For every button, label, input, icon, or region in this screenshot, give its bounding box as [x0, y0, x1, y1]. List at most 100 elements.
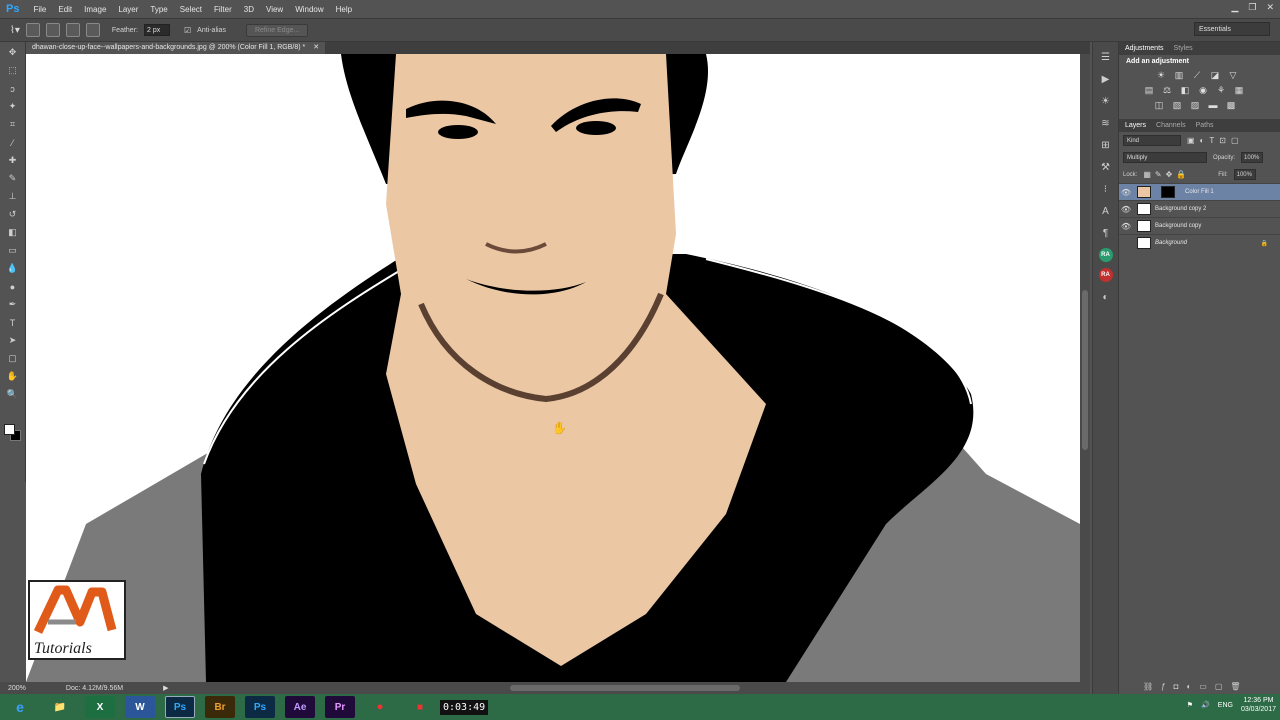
- selective-color-icon[interactable]: ▩: [1225, 100, 1237, 111]
- type-tool-icon[interactable]: T: [3, 315, 23, 330]
- photo-filter-icon[interactable]: ◉: [1197, 85, 1209, 96]
- refine-edge-button[interactable]: Refine Edge...: [245, 23, 309, 37]
- adjust-layer-icon[interactable]: ◐: [1186, 682, 1199, 691]
- taskbar-aftereffects-icon[interactable]: Ae: [285, 696, 315, 718]
- hue-sat-icon[interactable]: ▤: [1143, 85, 1155, 96]
- tool-presets-icon[interactable]: ⚒: [1097, 160, 1115, 174]
- actions-icon[interactable]: ▶: [1097, 72, 1115, 86]
- new-layer-icon[interactable]: ▢: [1215, 682, 1231, 691]
- blur-tool-icon[interactable]: 💧: [3, 261, 23, 276]
- menu-filter[interactable]: Filter: [208, 5, 238, 14]
- fx-icon[interactable]: ƒ: [1161, 682, 1173, 691]
- magic-wand-icon[interactable]: ✦: [3, 99, 23, 114]
- shape-tool-icon[interactable]: ▢: [3, 351, 23, 366]
- taskbar-explorer-icon[interactable]: 📁: [45, 696, 75, 718]
- language-indicator[interactable]: ENG: [1218, 702, 1233, 709]
- link-layers-icon[interactable]: ⛓: [1143, 682, 1161, 691]
- clone-stamp-icon[interactable]: ⊥: [3, 189, 23, 204]
- kind-filter-select[interactable]: Kind: [1123, 135, 1181, 146]
- tab-layers[interactable]: Layers: [1125, 122, 1146, 129]
- exposure-icon[interactable]: ◪: [1209, 70, 1221, 81]
- menu-window[interactable]: Window: [289, 5, 329, 14]
- workspace-select[interactable]: Essentials: [1194, 22, 1270, 36]
- layer-row[interactable]: Background 🔒: [1119, 234, 1280, 251]
- document-tab[interactable]: dhawan-close-up-face--wallpapers-and-bac…: [26, 42, 326, 54]
- ra-plugin-icon[interactable]: RA: [1098, 248, 1113, 262]
- dodge-tool-icon[interactable]: ●: [3, 279, 23, 294]
- plugin-icon[interactable]: ◐: [1097, 290, 1115, 304]
- menu-file[interactable]: File: [27, 5, 52, 14]
- history-icon[interactable]: ☰: [1097, 50, 1115, 64]
- menu-select[interactable]: Select: [174, 5, 208, 14]
- foreground-color-swatch[interactable]: [4, 424, 15, 435]
- status-arrow-icon[interactable]: ▶: [163, 684, 168, 692]
- move-tool-icon[interactable]: ✥: [3, 45, 23, 60]
- menu-layer[interactable]: Layer: [112, 5, 144, 14]
- feather-input[interactable]: 2 px: [143, 24, 170, 36]
- taskbar-excel-icon[interactable]: X: [85, 696, 115, 718]
- color-lookup-icon[interactable]: ▦: [1233, 85, 1245, 96]
- character-icon[interactable]: A: [1097, 204, 1115, 218]
- new-selection-icon[interactable]: [25, 23, 40, 37]
- tray-flag-icon[interactable]: ⚑: [1187, 701, 1193, 709]
- taskbar-bridge-icon[interactable]: Br: [205, 696, 235, 718]
- lock-icons[interactable]: ▦✎✥🔒: [1143, 170, 1190, 179]
- vertical-scrollbar[interactable]: [1080, 54, 1090, 682]
- clock[interactable]: 12:36 PM 03/03/2017: [1241, 696, 1276, 714]
- blend-mode-select[interactable]: Multiply: [1123, 152, 1207, 163]
- taskbar-photoshop2-icon[interactable]: Ps: [245, 696, 275, 718]
- vertical-scroll-thumb[interactable]: [1082, 290, 1088, 450]
- fill-input[interactable]: 100%: [1233, 169, 1256, 180]
- visibility-eye-icon[interactable]: 👁: [1119, 188, 1133, 197]
- lasso-tool-icon[interactable]: ⌇▾: [10, 25, 20, 36]
- delete-layer-icon[interactable]: 🗑: [1230, 682, 1248, 691]
- levels-icon[interactable]: ▥: [1173, 70, 1185, 81]
- eyedropper-icon[interactable]: ⁄: [3, 135, 23, 150]
- close-tab-icon[interactable]: ✕: [313, 44, 319, 51]
- taskbar-ie-icon[interactable]: e: [5, 696, 35, 718]
- threshold-icon[interactable]: ▨: [1189, 100, 1201, 111]
- color-balance-icon[interactable]: ⚖: [1161, 85, 1173, 96]
- layer-row[interactable]: 👁 Color Fill 1: [1119, 183, 1280, 200]
- menu-type[interactable]: Type: [144, 5, 173, 14]
- gradient-icon[interactable]: ▭: [3, 243, 23, 258]
- black-white-icon[interactable]: ◧: [1179, 85, 1191, 96]
- menu-help[interactable]: Help: [330, 5, 358, 14]
- tab-channels[interactable]: Channels: [1156, 122, 1186, 129]
- channel-mixer-icon[interactable]: ⚘: [1215, 85, 1227, 96]
- pilcrow-icon[interactable]: ¶: [1097, 226, 1115, 240]
- group-icon[interactable]: ▭: [1199, 682, 1215, 691]
- horizontal-scroll-thumb[interactable]: [510, 685, 740, 691]
- adjust-icon[interactable]: ☀: [1097, 94, 1115, 108]
- hand-tool-icon[interactable]: ✋: [3, 369, 23, 384]
- zoom-level[interactable]: 200%: [8, 685, 26, 692]
- lasso-tool-icon[interactable]: ↄ: [3, 81, 23, 96]
- path-select-icon[interactable]: ➤: [3, 333, 23, 348]
- menu-image[interactable]: Image: [78, 5, 112, 14]
- antialias-checkbox[interactable]: ☑: [184, 26, 191, 35]
- tray-volume-icon[interactable]: 🔊: [1201, 701, 1210, 709]
- taskbar-photoshop-icon[interactable]: Ps: [165, 696, 195, 718]
- ra-plugin-red-icon[interactable]: RA: [1098, 268, 1113, 282]
- tab-adjustments[interactable]: Adjustments: [1125, 45, 1164, 52]
- history-brush-icon[interactable]: ↺: [3, 207, 23, 222]
- curves-icon[interactable]: ⟋: [1191, 70, 1203, 81]
- crop-tool-icon[interactable]: ⌗: [3, 117, 23, 132]
- add-selection-icon[interactable]: [45, 23, 60, 37]
- marquee-tool-icon[interactable]: ⬚: [3, 63, 23, 78]
- posterize-icon[interactable]: ▧: [1171, 100, 1183, 111]
- paragraph-icon[interactable]: ⁝: [1097, 182, 1115, 196]
- tab-paths[interactable]: Paths: [1196, 122, 1214, 129]
- tab-styles[interactable]: Styles: [1174, 45, 1193, 52]
- subtract-selection-icon[interactable]: [65, 23, 80, 37]
- pen-tool-icon[interactable]: ✒: [3, 297, 23, 312]
- vibrance-icon[interactable]: ▽: [1227, 70, 1239, 81]
- mask-icon[interactable]: ◘: [1174, 682, 1187, 691]
- invert-icon[interactable]: ◫: [1153, 100, 1165, 111]
- document-canvas[interactable]: ✋: [26, 54, 1080, 682]
- visibility-eye-icon[interactable]: 👁: [1119, 222, 1133, 231]
- visibility-eye-icon[interactable]: 👁: [1119, 205, 1133, 214]
- taskbar-word-icon[interactable]: W: [125, 696, 155, 718]
- taskbar-premiere-icon[interactable]: Pr: [325, 696, 355, 718]
- taskbar-record-icon[interactable]: ⏺: [365, 696, 395, 718]
